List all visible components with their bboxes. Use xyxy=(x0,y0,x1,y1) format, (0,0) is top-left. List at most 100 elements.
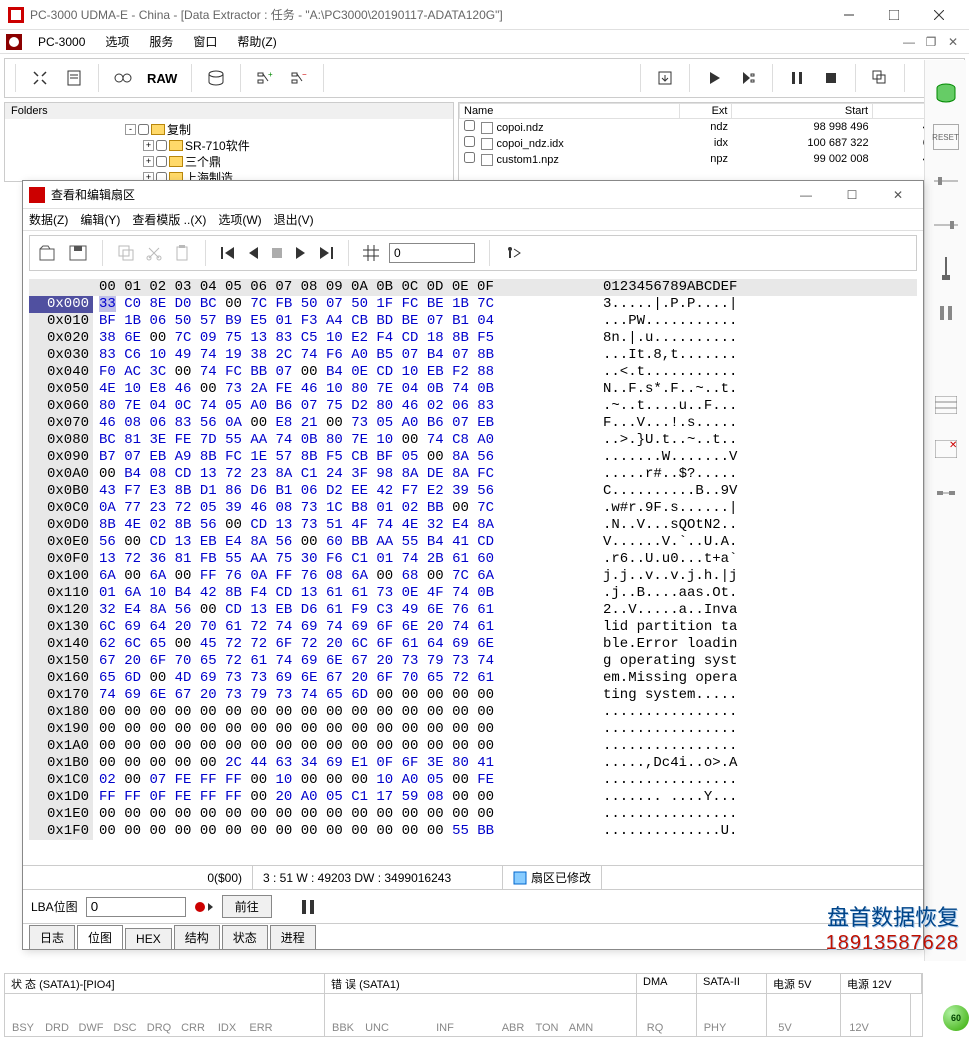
disk-icon[interactable] xyxy=(202,64,230,92)
hex-row[interactable]: 0x1306C 69 64 20 70 61 72 74 69 74 69 6F… xyxy=(29,619,917,636)
col-name[interactable]: Name xyxy=(460,104,680,119)
file-row[interactable]: copoi.ndzndz98 998 4964 614 3 xyxy=(460,119,964,136)
hex-row[interactable]: 0x11001 6A 10 B4 42 8B F4 CD 13 61 61 73… xyxy=(29,585,917,602)
tree-node[interactable]: - 复制 xyxy=(125,121,453,137)
file-row[interactable]: custom1.npznpz99 002 0084 617 8 xyxy=(460,151,964,167)
binocular-icon[interactable] xyxy=(109,64,137,92)
hex-row[interactable]: 0x12032 E4 8A 56 00 CD 13 EB D6 61 F9 C3… xyxy=(29,602,917,619)
prev-icon[interactable] xyxy=(246,246,260,260)
play-icon[interactable] xyxy=(700,64,728,92)
chain-remove-icon[interactable]: − xyxy=(285,64,313,92)
record-icon[interactable] xyxy=(194,900,214,914)
hex-row[interactable]: 0x0D08B 4E 02 8B 56 00 CD 13 73 51 4F 74… xyxy=(29,517,917,534)
mdi-restore-button[interactable]: ❐ xyxy=(921,33,941,51)
col-ext[interactable]: Ext xyxy=(680,104,732,119)
play-chain-icon[interactable] xyxy=(734,64,762,92)
file-row[interactable]: copoi_ndz.idxidx100 687 3226 303 1 xyxy=(460,135,964,151)
exit2-icon[interactable] xyxy=(504,244,522,262)
copies-icon[interactable] xyxy=(866,64,894,92)
tab-日志[interactable]: 日志 xyxy=(29,925,75,949)
close-button[interactable] xyxy=(916,0,961,30)
grid-icon[interactable] xyxy=(363,245,379,261)
hex-menu-data[interactable]: 数据(Z) xyxy=(29,211,68,228)
tab-位图[interactable]: 位图 xyxy=(77,925,123,949)
hex-row[interactable]: 0x0C00A 77 23 72 05 39 46 08 73 1C B8 01… xyxy=(29,500,917,517)
hex-menu-edit[interactable]: 编辑(Y) xyxy=(80,211,120,228)
hex-menu-template[interactable]: 查看模版 ..(X) xyxy=(132,211,206,228)
map-icon[interactable] xyxy=(933,392,959,418)
hex-row[interactable]: 0x040F0 AC 3C 00 74 FC BB 07 00 B4 0E CD… xyxy=(29,364,917,381)
hex-row[interactable]: 0x010BF 1B 06 50 57 B9 E5 01 F3 A4 CB BD… xyxy=(29,313,917,330)
pause2-icon[interactable] xyxy=(933,300,959,326)
go-button[interactable]: 前往 xyxy=(222,895,272,918)
hex-row[interactable]: 0x0B043 F7 E3 8B D1 86 D6 B1 06 D2 EE 42… xyxy=(29,483,917,500)
tree-node[interactable]: + SR-710软件 xyxy=(125,137,453,153)
open-icon[interactable] xyxy=(38,244,58,262)
tools-icon[interactable] xyxy=(26,64,54,92)
pause-icon[interactable] xyxy=(783,64,811,92)
hex-row[interactable]: 0x19000 00 00 00 00 00 00 00 00 00 00 00… xyxy=(29,721,917,738)
first-icon[interactable] xyxy=(220,246,236,260)
hex-row[interactable]: 0x18000 00 00 00 00 00 00 00 00 00 00 00… xyxy=(29,704,917,721)
lba-input[interactable] xyxy=(86,897,186,917)
mdi-close-button[interactable]: ✕ xyxy=(943,33,963,51)
menu-service[interactable]: 服务 xyxy=(141,31,181,52)
last-icon[interactable] xyxy=(318,246,334,260)
probe-icon[interactable] xyxy=(933,256,959,282)
hex-row[interactable]: 0x0A000 B4 08 CD 13 72 23 8A C1 24 3F 98… xyxy=(29,466,917,483)
slider1-icon[interactable] xyxy=(933,168,959,194)
menu-help[interactable]: 帮助(Z) xyxy=(229,31,284,52)
hex-maximize-button[interactable]: ☐ xyxy=(833,184,871,206)
hex-row[interactable]: 0x03083 C6 10 49 74 19 38 2C 74 F6 A0 B5… xyxy=(29,347,917,364)
hex-row[interactable]: 0x1D0FF FF 0F FE FF FF 00 20 A0 05 C1 17… xyxy=(29,789,917,806)
hex-row[interactable]: 0x1006A 00 6A 00 FF 76 0A FF 76 08 6A 00… xyxy=(29,568,917,585)
slider2-icon[interactable] xyxy=(933,212,959,238)
hex-row[interactable]: 0x1F000 00 00 00 00 00 00 00 00 00 00 00… xyxy=(29,823,917,840)
menu-options[interactable]: 选项 xyxy=(97,31,137,52)
goto-input[interactable] xyxy=(389,243,475,263)
save-icon[interactable] xyxy=(68,244,88,262)
hex-row[interactable]: 0x16065 6D 00 4D 69 73 73 69 6E 67 20 6F… xyxy=(29,670,917,687)
hex-row[interactable]: 0x1C002 00 07 FE FF FF 00 10 00 00 00 10… xyxy=(29,772,917,789)
hex-menu-options[interactable]: 选项(W) xyxy=(218,211,261,228)
raw-button[interactable]: RAW xyxy=(143,64,181,92)
disk-green-icon[interactable] xyxy=(933,80,959,106)
menu-app[interactable]: PC-3000 xyxy=(30,33,93,51)
tool3-icon[interactable] xyxy=(933,480,959,506)
paste-icon[interactable] xyxy=(173,244,191,262)
stop-icon[interactable] xyxy=(817,64,845,92)
hex-row[interactable]: 0x0504E 10 E8 46 00 73 2A FE 46 10 80 7E… xyxy=(29,381,917,398)
hex-close-button[interactable]: ✕ xyxy=(879,184,917,206)
hex-row[interactable]: 0x02038 6E 00 7C 09 75 13 83 C5 10 E2 F4… xyxy=(29,330,917,347)
hex-row[interactable]: 0x090B7 07 EB A9 8B FC 1E 57 8B F5 CB BF… xyxy=(29,449,917,466)
tab-结构[interactable]: 结构 xyxy=(174,925,220,949)
tab-HEX[interactable]: HEX xyxy=(125,928,172,949)
next-icon[interactable] xyxy=(294,246,308,260)
tab-状态[interactable]: 状态 xyxy=(222,925,268,949)
tree-node[interactable]: + 三个鼎 xyxy=(125,153,453,169)
hex-row[interactable]: 0x00033 C0 8E D0 BC 00 7C FB 50 07 50 1F… xyxy=(29,296,917,313)
cut-icon[interactable] xyxy=(145,244,163,262)
hex-row[interactable]: 0x080BC 81 3E FE 7D 55 AA 74 0B 80 7E 10… xyxy=(29,432,917,449)
hex-row[interactable]: 0x1B000 00 00 00 00 2C 44 63 34 69 E1 0F… xyxy=(29,755,917,772)
hex-minimize-button[interactable]: — xyxy=(787,184,825,206)
hex-row[interactable]: 0x0E056 00 CD 13 EB E4 8A 56 00 60 BB AA… xyxy=(29,534,917,551)
hex-row[interactable]: 0x1E000 00 00 00 00 00 00 00 00 00 00 00… xyxy=(29,806,917,823)
maximize-button[interactable] xyxy=(871,0,916,30)
map-x-icon[interactable]: ✕ xyxy=(933,436,959,462)
stop2-icon[interactable] xyxy=(270,246,284,260)
hex-menu-exit[interactable]: 退出(V) xyxy=(274,211,314,228)
chain-add-icon[interactable]: + xyxy=(251,64,279,92)
hex-row[interactable]: 0x06080 7E 04 0C 74 05 A0 B6 07 75 D2 80… xyxy=(29,398,917,415)
hex-row[interactable]: 0x14062 6C 65 00 45 72 72 6F 72 20 6C 6F… xyxy=(29,636,917,653)
hex-body[interactable]: 00 01 02 03 04 05 06 07 08 09 0A 0B 0C 0… xyxy=(23,275,923,865)
reset-icon[interactable]: RESET xyxy=(933,124,959,150)
tab-进程[interactable]: 进程 xyxy=(270,925,316,949)
pause3-icon[interactable] xyxy=(300,899,316,915)
hex-row[interactable]: 0x0F013 72 36 81 FB 55 AA 75 30 F6 C1 01… xyxy=(29,551,917,568)
import-icon[interactable] xyxy=(651,64,679,92)
hex-row[interactable]: 0x07046 08 06 83 56 0A 00 E8 21 00 73 05… xyxy=(29,415,917,432)
hex-row[interactable]: 0x17074 69 6E 67 20 73 79 73 74 65 6D 00… xyxy=(29,687,917,704)
hex-row[interactable]: 0x15067 20 6F 70 65 72 61 74 69 6E 67 20… xyxy=(29,653,917,670)
report-icon[interactable] xyxy=(60,64,88,92)
